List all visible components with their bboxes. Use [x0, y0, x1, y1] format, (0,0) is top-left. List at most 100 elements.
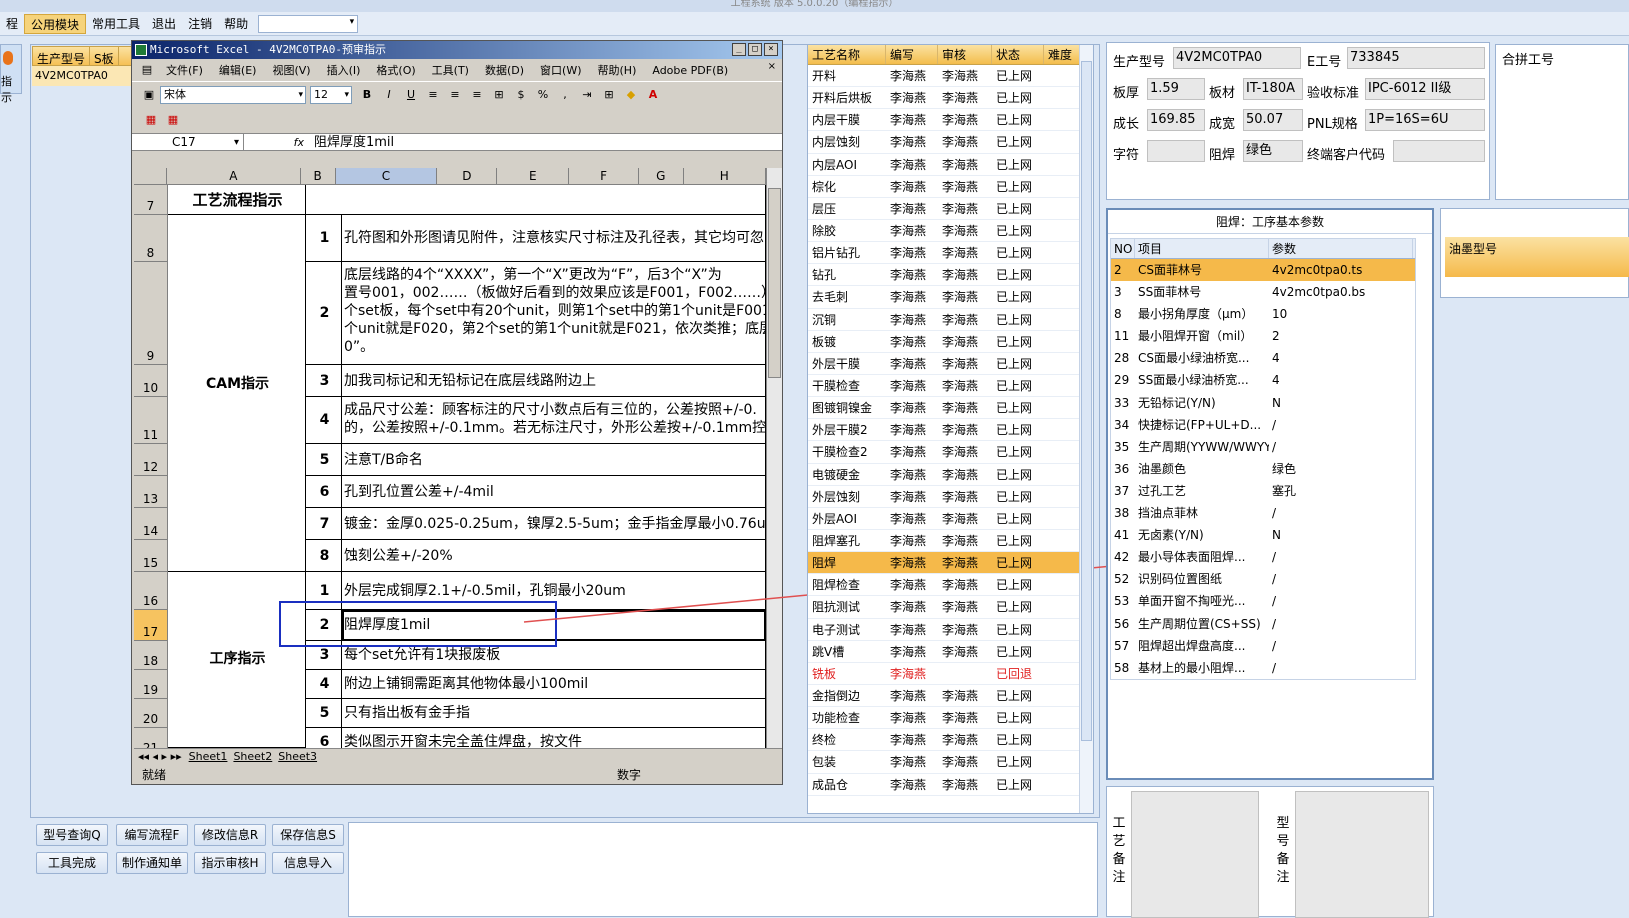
param-row[interactable]: 2 CS面菲林号 4v2mc0tpa0.ts [1111, 259, 1415, 282]
process-row[interactable]: 金指倒边 李海燕 李海燕 已上网 [808, 685, 1093, 708]
modify-info-button[interactable]: 修改信息R [194, 824, 266, 846]
scroll-thumb[interactable] [1081, 61, 1092, 741]
param-row[interactable]: 56 生产周期位置(CS+SS) / [1111, 613, 1415, 635]
param-row[interactable]: 29 SS面最小绿油桥宽... 4 [1111, 369, 1415, 391]
query-model-button[interactable]: 型号查询Q [36, 824, 108, 846]
length-field[interactable]: 169.85 [1147, 109, 1205, 131]
param-row[interactable]: 42 最小导体表面阻焊... / [1111, 546, 1415, 568]
param-item-cell: 生产周期(YYWW/WWYY) [1138, 439, 1269, 454]
process-row[interactable]: 电镀硬金 李海燕 李海燕 已上网 [808, 464, 1093, 486]
param-row[interactable]: 38 挡油点菲林 / [1111, 502, 1415, 524]
col-process-name[interactable]: 工艺名称 [808, 45, 886, 64]
params-col-value[interactable]: 参数 [1269, 239, 1413, 258]
process-row[interactable]: 终检 李海燕 李海燕 已上网 [808, 729, 1093, 752]
col-reviewer[interactable]: 审核 [938, 45, 992, 64]
model-remark-field[interactable] [1295, 791, 1429, 918]
col-difficulty[interactable]: 难度 [1044, 45, 1080, 64]
process-row[interactable]: 阻抗测试 李海燕 李海燕 已上网 [808, 596, 1093, 619]
param-row[interactable]: 57 阻焊超出焊盘高度... / [1111, 635, 1415, 657]
process-row[interactable]: 外层蚀刻 李海燕 李海燕 已上网 [808, 486, 1093, 508]
process-name-cell: 外层干膜2 [812, 423, 868, 438]
review-button[interactable]: 指示审核H [194, 852, 266, 874]
process-row[interactable]: 内层AOI 李海燕 李海燕 已上网 [808, 154, 1093, 176]
process-row[interactable]: 电子测试 李海燕 李海燕 已上网 [808, 619, 1093, 641]
writer-cell: 李海燕 [890, 467, 927, 482]
process-row[interactable]: 钻孔 李海燕 李海燕 已上网 [808, 264, 1093, 287]
material-field[interactable]: IT-180A [1243, 78, 1303, 100]
import-info-button[interactable]: 信息导入 [272, 852, 344, 874]
process-name-cell: 棕化 [812, 179, 837, 194]
thickness-field[interactable]: 1.59 [1147, 78, 1205, 100]
param-row[interactable]: 28 CS面最小绿油桥宽... 4 [1111, 347, 1415, 369]
param-row[interactable]: 11 最小阻焊开窗（mil） 2 [1111, 325, 1415, 347]
param-row[interactable]: 33 无铅标记(Y/N) N [1111, 392, 1415, 414]
process-row[interactable]: 层压 李海燕 李海燕 已上网 [808, 198, 1093, 220]
param-row[interactable]: 53 单面开窗不掏哑光... / [1111, 590, 1415, 612]
process-row[interactable]: 沉铜 李海燕 李海燕 已上网 [808, 309, 1093, 331]
reviewer-cell: 李海燕 [942, 201, 979, 216]
oil-header[interactable]: 油墨型号 [1445, 237, 1629, 277]
process-row[interactable]: 开料后烘板 李海燕 李海燕 已上网 [808, 87, 1093, 110]
param-item-cell: 最小拐角厚度（μm） [1138, 307, 1254, 322]
process-row[interactable]: 干膜检查2 李海燕 李海燕 已上网 [808, 441, 1093, 464]
notes-textarea[interactable] [348, 822, 1098, 917]
process-row[interactable]: 跳V槽 李海燕 李海燕 已上网 [808, 641, 1093, 663]
mask-field[interactable]: 绿色 [1243, 140, 1303, 162]
make-notice-button[interactable]: 制作通知单 [116, 852, 188, 874]
process-remark-field[interactable] [1131, 791, 1259, 918]
width-field[interactable]: 50.07 [1243, 109, 1303, 131]
tool-complete-button[interactable]: 工具完成 [36, 852, 108, 874]
process-row[interactable]: 干膜检查 李海燕 李海燕 已上网 [808, 375, 1093, 398]
process-row[interactable]: 铝片钻孔 李海燕 李海燕 已上网 [808, 242, 1093, 265]
process-row[interactable]: 除胶 李海燕 李海燕 已上网 [808, 220, 1093, 243]
process-row[interactable]: 板镀 李海燕 李海燕 已上网 [808, 331, 1093, 353]
param-row[interactable]: 36 油墨颜色 绿色 [1111, 458, 1415, 480]
edit-flow-button[interactable]: 编写流程F [116, 824, 188, 846]
customer-field[interactable] [1393, 140, 1485, 162]
param-row[interactable]: 35 生产周期(YYWW/WWYY) / [1111, 436, 1415, 458]
process-row[interactable]: 铣板 李海燕 已回退 [808, 663, 1093, 685]
reviewer-cell: 李海燕 [942, 179, 979, 194]
remarks-panel: 工艺备注 型号备注 [1106, 786, 1434, 918]
param-row[interactable]: 58 基材上的最小阻焊... / [1111, 657, 1415, 679]
param-row[interactable]: 8 最小拐角厚度（μm） 10 [1111, 303, 1415, 325]
process-row[interactable]: 开料 李海燕 李海燕 已上网 [808, 65, 1093, 88]
reviewer-cell: 李海燕 [942, 135, 979, 150]
save-info-button[interactable]: 保存信息S [272, 824, 344, 846]
param-row[interactable]: 3 SS面菲林号 4v2mc0tpa0.bs [1111, 281, 1415, 303]
params-col-no[interactable]: NO [1111, 239, 1135, 258]
process-row[interactable]: 内层蚀刻 李海燕 李海燕 已上网 [808, 131, 1093, 154]
col-status[interactable]: 状态 [992, 45, 1044, 64]
param-row[interactable]: 52 识别码位置图纸 / [1111, 568, 1415, 590]
standard-field[interactable]: IPC-6012 II级 [1365, 78, 1485, 100]
process-row[interactable]: 阻焊检查 李海燕 李海燕 已上网 [808, 574, 1093, 597]
param-row[interactable]: 34 快捷标记(FP+UL+D... / [1111, 414, 1415, 436]
process-row[interactable]: 阻焊塞孔 李海燕 李海燕 已上网 [808, 530, 1093, 553]
params-panel: 阻焊：工序基本参数 NO 项目 参数 2 CS面菲林号 4v2mc0tpa0.ts 3… [1106, 208, 1434, 780]
process-row[interactable]: 包装 李海燕 李海燕 已上网 [808, 751, 1093, 774]
param-value-cell: 塞孔 [1272, 483, 1297, 498]
param-no-cell: 35 [1114, 439, 1130, 454]
process-row[interactable]: 功能检查 李海燕 李海燕 已上网 [808, 707, 1093, 730]
param-row[interactable]: 41 无卤素(Y/N) N [1111, 524, 1415, 546]
model-field[interactable]: 4V2MC0TPA0 [1173, 47, 1301, 69]
process-row[interactable]: 成品仓 李海燕 李海燕 已上网 [808, 774, 1093, 796]
params-col-item[interactable]: 项目 [1135, 239, 1269, 258]
process-row[interactable]: 去毛刺 李海燕 李海燕 已上网 [808, 286, 1093, 309]
process-row[interactable]: 棕化 李海燕 李海燕 已上网 [808, 176, 1093, 198]
process-row[interactable]: 阻焊 李海燕 李海燕 已上网 [808, 552, 1093, 575]
pnl-field[interactable]: 1P=16S=6U [1365, 109, 1485, 131]
process-row[interactable]: 外层干膜 李海燕 李海燕 已上网 [808, 353, 1093, 375]
process-row[interactable]: 外层干膜2 李海燕 李海燕 已上网 [808, 419, 1093, 442]
process-row[interactable]: 内层干膜 李海燕 李海燕 已上网 [808, 109, 1093, 132]
writer-cell: 李海燕 [890, 666, 927, 681]
param-row[interactable]: 37 过孔工艺 塞孔 [1111, 480, 1415, 502]
col-writer[interactable]: 编写 [886, 45, 938, 64]
eno-field[interactable]: 733845 [1347, 47, 1485, 69]
legend-field[interactable] [1147, 140, 1205, 162]
process-list-scrollbar[interactable] [1079, 45, 1093, 813]
reviewer-cell: 李海燕 [942, 445, 979, 460]
bottom-buttons: 型号查询Q 编写流程F 修改信息R 保存信息S 工具完成 制作通知单 指示审核H… [30, 820, 348, 917]
process-row[interactable]: 图镀铜镍金 李海燕 李海燕 已上网 [808, 397, 1093, 420]
process-row[interactable]: 外层AOI 李海燕 李海燕 已上网 [808, 508, 1093, 530]
